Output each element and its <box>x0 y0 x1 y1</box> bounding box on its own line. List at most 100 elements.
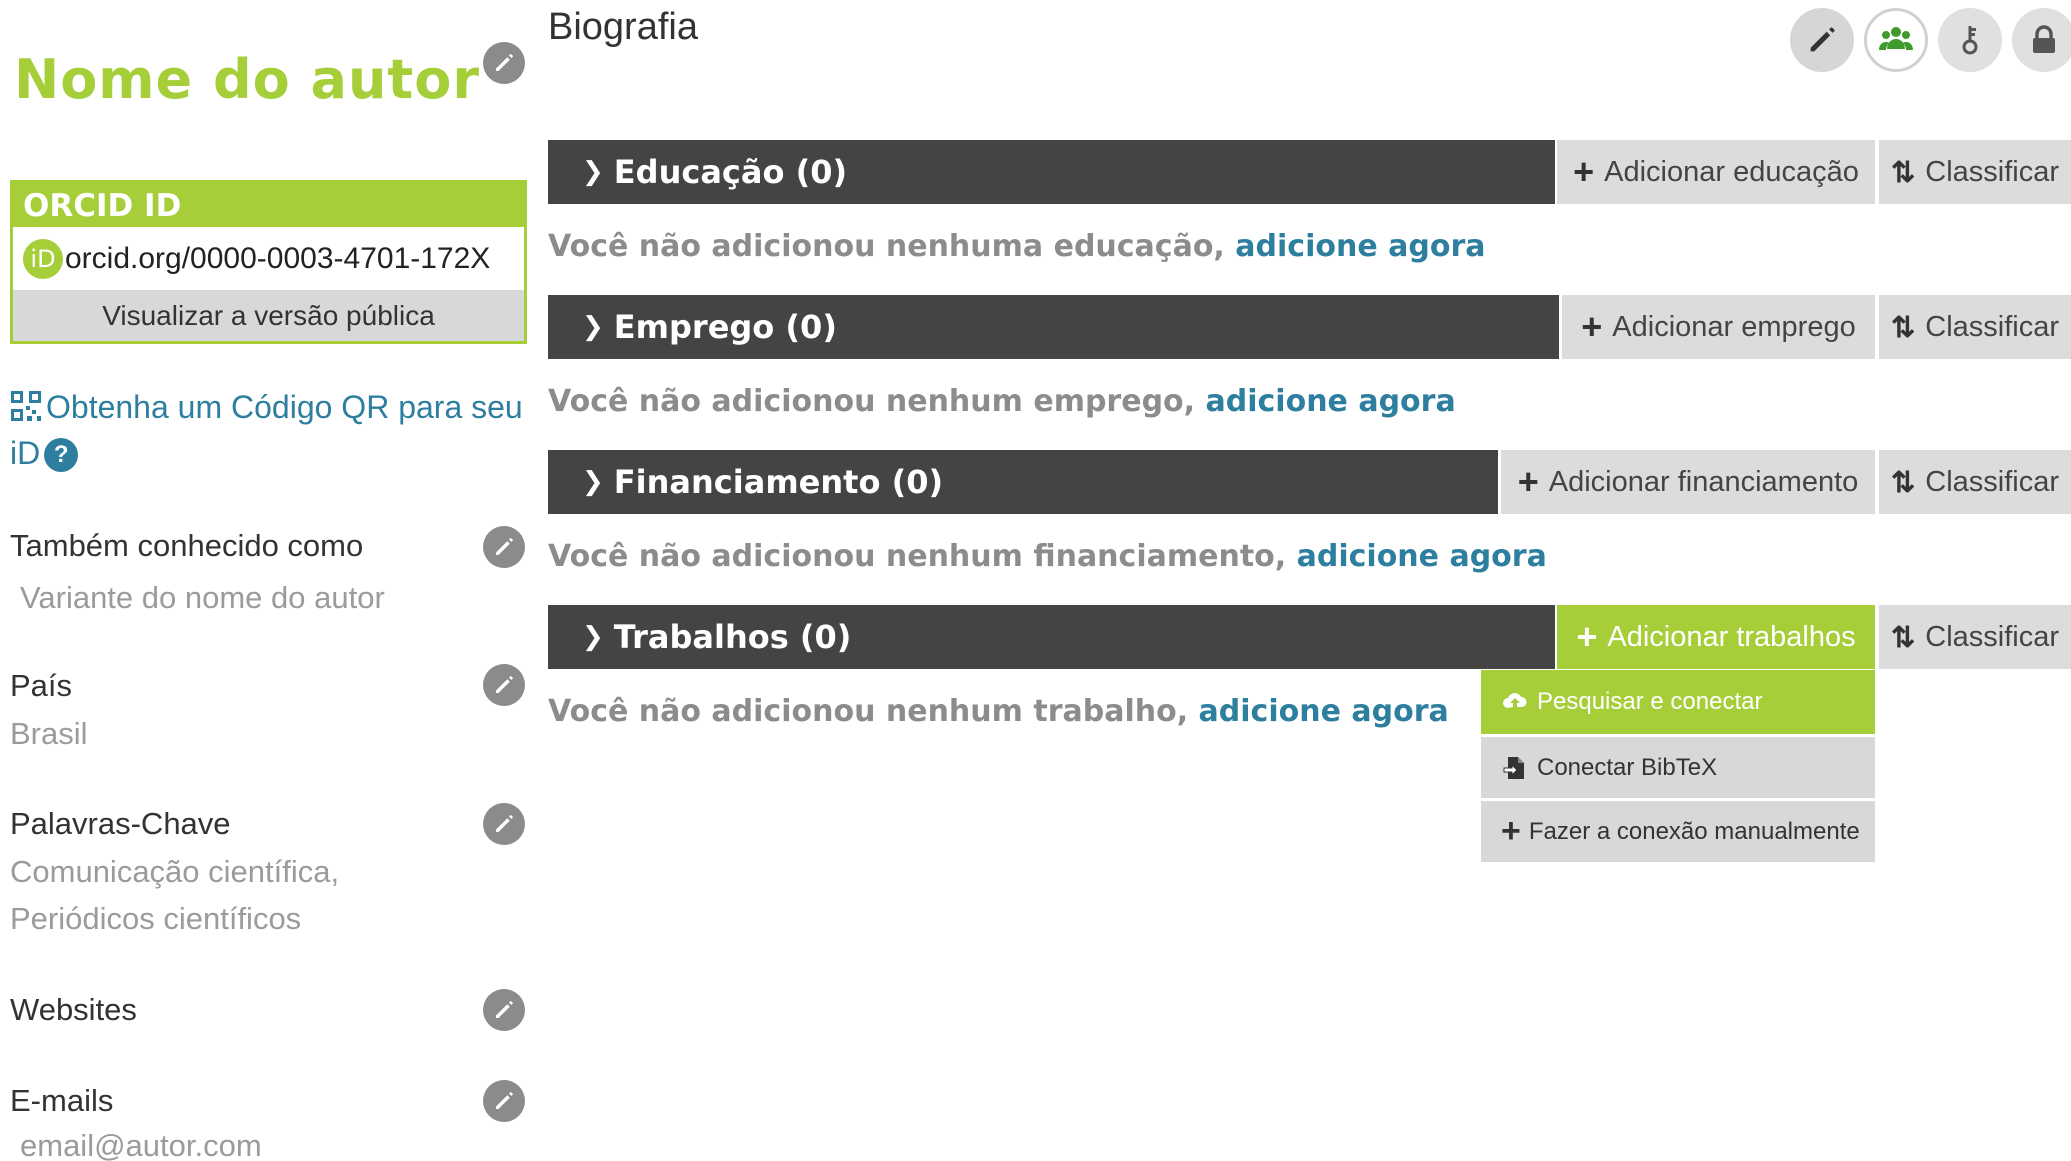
pencil-icon <box>496 676 513 693</box>
menu-item-search-and-link-label: Pesquisar e conectar <box>1537 688 1763 715</box>
add-education-label: Adicionar educação <box>1604 155 1859 188</box>
chevron-down-icon: ❯ <box>582 622 604 652</box>
education-empty-message: Você não adicionou nenhuma educação, adi… <box>548 229 1486 264</box>
lock-icon <box>2033 25 2055 53</box>
menu-item-search-and-link[interactable]: Pesquisar e conectar <box>1481 670 1875 734</box>
add-works-label: Adicionar trabalhos <box>1607 620 1856 653</box>
edit-name-button[interactable] <box>483 42 525 84</box>
biography-title: Biografia <box>548 6 698 48</box>
plus-icon: + <box>1573 151 1595 192</box>
add-funding-label: Adicionar financiamento <box>1548 465 1859 498</box>
plus-icon: + <box>1576 616 1598 657</box>
sort-icon: ⇅ <box>1890 156 1916 189</box>
keywords-value-1: Comunicação científica, <box>10 854 340 889</box>
emails-value: email@autor.com <box>20 1128 262 1161</box>
section-education-header[interactable]: ❯ Educação (0) <box>548 140 1555 204</box>
sort-employment-button[interactable]: ⇅ Classificar <box>1879 295 2071 359</box>
pencil-icon <box>496 815 513 832</box>
users-icon <box>1879 27 1913 50</box>
section-education-title: Educação (0) <box>613 153 848 191</box>
also-known-label: Também conhecido como <box>10 528 364 563</box>
education-empty-text: Você não adicionou nenhuma educação, <box>548 229 1225 264</box>
keywords-value-2: Periódicos científicos <box>10 901 302 936</box>
funding-empty-text: Você não adicionou nenhum financiamento, <box>548 539 1287 574</box>
sort-icon: ⇅ <box>1890 466 1916 499</box>
qr-code-link-text[interactable]: Obtenha um Código QR para seu iD <box>10 389 523 471</box>
sort-funding-label: Classificar <box>1925 465 2060 498</box>
sort-works-button[interactable]: ⇅ Classificar <box>1879 605 2071 669</box>
section-employment-title: Emprego (0) <box>613 308 837 346</box>
employment-empty-message: Você não adicionou nenhum emprego, adici… <box>548 384 1456 419</box>
section-works-header[interactable]: ❯ Trabalhos (0) <box>548 605 1555 669</box>
chevron-down-icon: ❯ <box>582 467 604 497</box>
visibility-toolbar <box>1790 8 2071 72</box>
chevron-down-icon: ❯ <box>582 157 604 187</box>
edit-emails-button[interactable] <box>483 1080 525 1122</box>
add-education-link[interactable]: adicione agora <box>1235 229 1485 264</box>
sort-funding-button[interactable]: ⇅ Classificar <box>1879 450 2071 514</box>
edit-toolbar-button[interactable] <box>1790 8 1854 72</box>
works-empty-text: Você não adicionou nenhum trabalho, <box>548 694 1189 729</box>
works-empty-message: Você não adicionou nenhum trabalho, adic… <box>548 694 1449 729</box>
add-funding-link[interactable]: adicione agora <box>1297 539 1547 574</box>
menu-item-link-bibtex-label: Conectar BibTeX <box>1537 753 1718 781</box>
pencil-icon <box>496 1092 513 1109</box>
qr-code-icon <box>11 391 41 421</box>
section-employment-header[interactable]: ❯ Emprego (0) <box>548 295 1559 359</box>
edit-also-known-button[interactable] <box>483 526 525 568</box>
funding-empty-message: Você não adicionou nenhum financiamento,… <box>548 539 1547 574</box>
add-works-menu: Pesquisar e conectar Conectar BibTeX + F… <box>1481 670 1875 862</box>
plus-icon: + <box>1581 306 1603 347</box>
visibility-public-button[interactable] <box>1864 8 1928 72</box>
sort-education-button[interactable]: ⇅ Classificar <box>1879 140 2071 204</box>
file-import-icon <box>1503 756 1524 779</box>
orcid-id-value[interactable]: orcid.org/0000-0003-4701-172X <box>65 242 490 276</box>
websites-label: Websites <box>10 992 137 1027</box>
author-name: Nome do autor <box>14 48 480 111</box>
edit-websites-button[interactable] <box>483 989 525 1031</box>
pencil-icon <box>1810 27 1835 52</box>
add-employment-label: Adicionar emprego <box>1612 310 1856 343</box>
view-public-version-button[interactable]: Visualizar a versão pública <box>13 290 524 341</box>
plus-icon: + <box>1517 461 1539 502</box>
sort-works-label: Classificar <box>1925 620 2060 653</box>
orcid-id-icon: iD <box>23 238 63 279</box>
visibility-limited-button[interactable] <box>1938 8 2002 72</box>
pencil-icon <box>496 54 513 71</box>
country-label: País <box>10 668 73 703</box>
add-education-button[interactable]: + Adicionar educação <box>1557 140 1875 204</box>
also-known-value: Variante do nome do autor <box>20 580 385 615</box>
plus-icon: + <box>1501 812 1521 850</box>
sort-employment-label: Classificar <box>1925 310 2060 343</box>
edit-country-button[interactable] <box>483 664 525 706</box>
keywords-label: Palavras-Chave <box>10 806 231 841</box>
help-icon[interactable]: ? <box>44 438 79 472</box>
add-works-button[interactable]: + Adicionar trabalhos <box>1557 605 1875 669</box>
menu-item-add-manually-label: Fazer a conexão manualmente <box>1528 817 1860 845</box>
pencil-icon <box>496 1001 513 1018</box>
cloud-upload-icon <box>1503 693 1527 708</box>
section-works-title: Trabalhos (0) <box>613 618 852 656</box>
sort-education-label: Classificar <box>1925 155 2060 188</box>
add-employment-link[interactable]: adicione agora <box>1206 384 1456 419</box>
sort-icon: ⇅ <box>1890 311 1916 344</box>
menu-item-link-bibtex[interactable]: Conectar BibTeX <box>1481 734 1875 798</box>
qr-code-link[interactable]: Obtenha um Código QR para seu iD? <box>10 384 530 476</box>
add-funding-button[interactable]: + Adicionar financiamento <box>1501 450 1875 514</box>
section-funding-header[interactable]: ❯ Financiamento (0) <box>548 450 1498 514</box>
add-employment-button[interactable]: + Adicionar emprego <box>1562 295 1875 359</box>
employment-empty-text: Você não adicionou nenhum emprego, <box>548 384 1196 419</box>
sort-icon: ⇅ <box>1890 621 1916 654</box>
country-value: Brasil <box>10 716 88 751</box>
visibility-private-button[interactable] <box>2012 8 2071 72</box>
menu-item-add-manually[interactable]: + Fazer a conexão manualmente <box>1481 798 1875 862</box>
orcid-id-box: ORCID ID iD orcid.org/0000-0003-4701-172… <box>10 180 527 344</box>
orcid-id-header: ORCID ID <box>13 183 524 227</box>
orcid-id-line: iD orcid.org/0000-0003-4701-172X <box>13 227 524 290</box>
edit-keywords-button[interactable] <box>483 803 525 845</box>
add-works-link[interactable]: adicione agora <box>1199 694 1449 729</box>
chevron-down-icon: ❯ <box>582 312 604 342</box>
key-icon <box>1962 26 1978 55</box>
section-funding-title: Financiamento (0) <box>613 463 944 501</box>
emails-label: E-mails <box>10 1083 114 1118</box>
